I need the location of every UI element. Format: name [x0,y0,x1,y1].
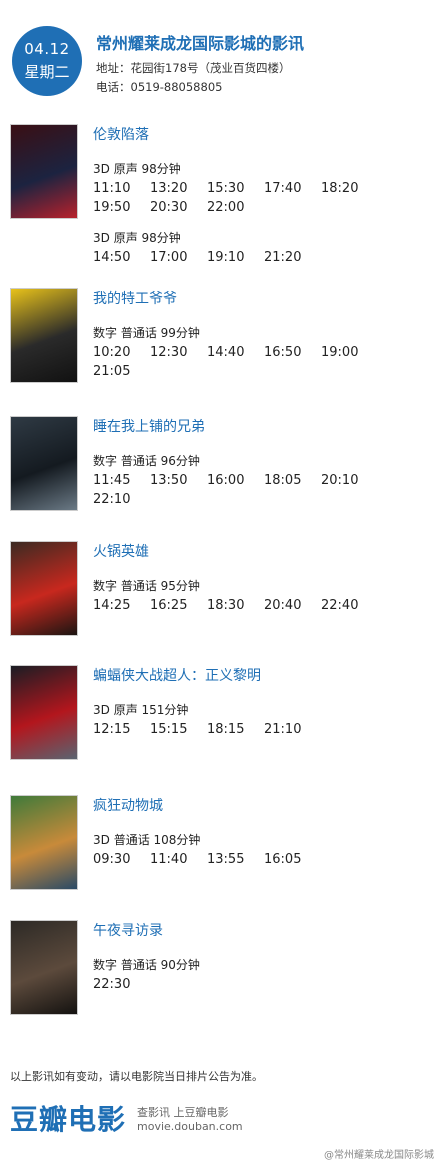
movie-poster[interactable] [10,541,78,636]
movie-title[interactable]: 疯狂动物城 [93,795,163,815]
showtime[interactable]: 20:40 [264,596,321,615]
session-format: 3D 原声 151分钟 [93,703,189,717]
showtime[interactable]: 14:50 [93,248,150,267]
showtime-list: 12:15 15:15 18:15 21:10 [93,720,433,739]
showtime[interactable]: 18:05 [264,471,321,490]
showtime[interactable]: 12:30 [150,343,207,362]
showtime[interactable]: 17:00 [150,248,207,267]
date: 04.12 [24,40,70,58]
session-format: 数字 普通话 99分钟 [93,326,200,340]
showtime-list: 14:25 16:25 18:30 20:40 22:40 [93,596,433,615]
showtime[interactable]: 10:20 [93,343,150,362]
showtime[interactable]: 12:15 [93,720,150,739]
session-format: 数字 普通话 95分钟 [93,579,200,593]
movie-title[interactable]: 午夜寻访录 [93,920,163,940]
movie-title[interactable]: 火锅英雄 [93,541,149,561]
showtime[interactable]: 09:30 [93,850,150,869]
showtime[interactable]: 21:10 [264,720,321,739]
showtime-list: 11:45 13:50 16:00 18:05 20:10 22:10 [93,471,433,509]
showtime[interactable]: 13:20 [150,179,207,198]
showtime[interactable]: 18:20 [321,179,378,198]
showtime[interactable]: 13:50 [150,471,207,490]
showtime[interactable]: 19:00 [321,343,378,362]
movie-poster[interactable] [10,795,78,890]
movie-poster[interactable] [10,288,78,383]
showtime[interactable]: 16:05 [264,850,321,869]
showtime[interactable]: 13:55 [207,850,264,869]
showtime[interactable]: 20:10 [321,471,378,490]
showtime[interactable]: 22:00 [207,198,264,217]
watermark: @常州耀莱成龙国际影城 [324,1150,434,1161]
movie-title[interactable]: 伦敦陷落 [93,124,149,144]
session-format: 3D 原声 98分钟 [93,231,181,245]
disclaimer-note: 以上影讯如有变动，请以电影院当日排片公告为准。 [10,1070,263,1083]
showtime[interactable]: 17:40 [264,179,321,198]
movie-poster[interactable] [10,416,78,511]
movie-title[interactable]: 睡在我上铺的兄弟 [93,416,205,436]
cinema-phone: 电话：0519-88058805 [96,80,223,94]
brand-tagline: 查影讯 上豆瓣电影 [137,1106,229,1119]
showtime[interactable]: 22:30 [93,975,150,994]
showtime-list: 22:30 [93,975,433,994]
brand-url[interactable]: movie.douban.com [137,1120,243,1133]
movie-poster[interactable] [10,124,78,219]
showtime[interactable]: 16:25 [150,596,207,615]
showtime[interactable]: 15:30 [207,179,264,198]
showtime-list: 11:10 13:20 15:30 17:40 18:20 19:50 20:30 22:00 [93,179,433,217]
showtime[interactable]: 22:40 [321,596,378,615]
showtime-list: 10:20 12:30 14:40 16:50 19:00 21:05 [93,343,433,381]
showtime-list: 14:50 17:00 19:10 21:20 [93,248,433,267]
showtime[interactable]: 19:10 [207,248,264,267]
showtime[interactable]: 11:10 [93,179,150,198]
movie-poster[interactable] [10,920,78,1015]
movie-poster[interactable] [10,665,78,760]
movie-title[interactable]: 蝙蝠侠大战超人：正义黎明 [93,665,261,685]
cinema-address: 地址：花园街178号（茂业百货四楼） [96,61,291,75]
showtime[interactable]: 16:50 [264,343,321,362]
showtime[interactable]: 19:50 [93,198,150,217]
showtime-list: 09:30 11:40 13:55 16:05 [93,850,433,869]
showtime[interactable]: 14:25 [93,596,150,615]
showtime[interactable]: 21:20 [264,248,321,267]
showtime[interactable]: 14:40 [207,343,264,362]
weekday: 星期二 [24,63,70,81]
showtime[interactable]: 18:30 [207,596,264,615]
douban-movie-logo: 豆瓣电影 [10,1103,127,1136]
session-format: 数字 普通话 90分钟 [93,958,200,972]
header: 04.12 星期二 常州耀莱成龙国际影城的影讯 地址：花园街178号（茂业百货四… [0,0,440,110]
showtime[interactable]: 11:40 [150,850,207,869]
date-badge: 04.12 星期二 [12,26,82,96]
showtime[interactable]: 16:00 [207,471,264,490]
showtime[interactable]: 22:10 [93,490,150,509]
session-format: 3D 原声 98分钟 [93,162,181,176]
showtime[interactable]: 20:30 [150,198,207,217]
session-format: 3D 普通话 108分钟 [93,833,201,847]
showtime[interactable]: 18:15 [207,720,264,739]
session-format: 数字 普通话 96分钟 [93,454,200,468]
showtime[interactable]: 11:45 [93,471,150,490]
cinema-name: 常州耀莱成龙国际影城的影讯 [96,34,305,53]
movie-title[interactable]: 我的特工爷爷 [93,288,177,308]
showtime[interactable]: 21:05 [93,362,150,381]
showtime[interactable]: 15:15 [150,720,207,739]
